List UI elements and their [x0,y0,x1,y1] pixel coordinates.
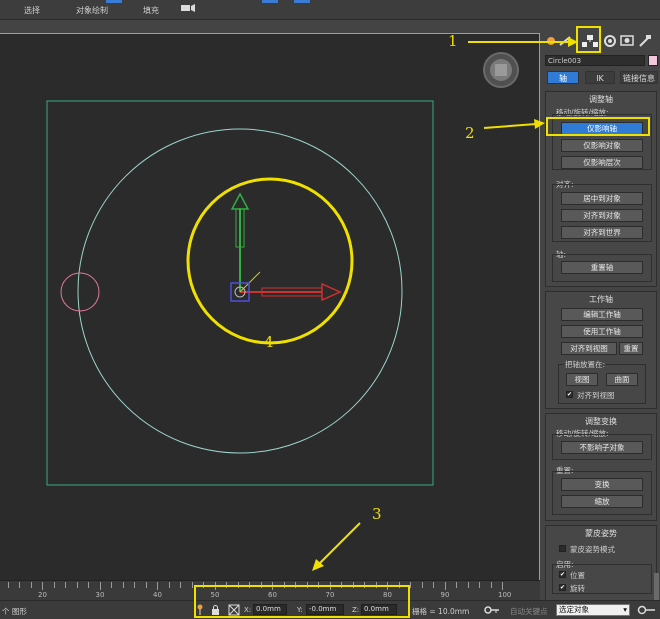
annotation-number-4: 4 [264,333,274,351]
annotation-number-1: 1 [448,32,458,50]
annotation-box-hierarchy-tab [576,26,601,53]
annotation-box-affect-pivot [546,117,650,136]
annotation-number-2: 2 [465,124,475,142]
annotation-arrowhead-2 [534,119,545,129]
annotation-arrow-3 [319,522,361,564]
annotation-overlay [312,37,578,571]
annotation-number-3: 3 [372,505,382,523]
annotation-arrow-2 [483,123,537,129]
annotation-box-coordinates [194,585,410,618]
